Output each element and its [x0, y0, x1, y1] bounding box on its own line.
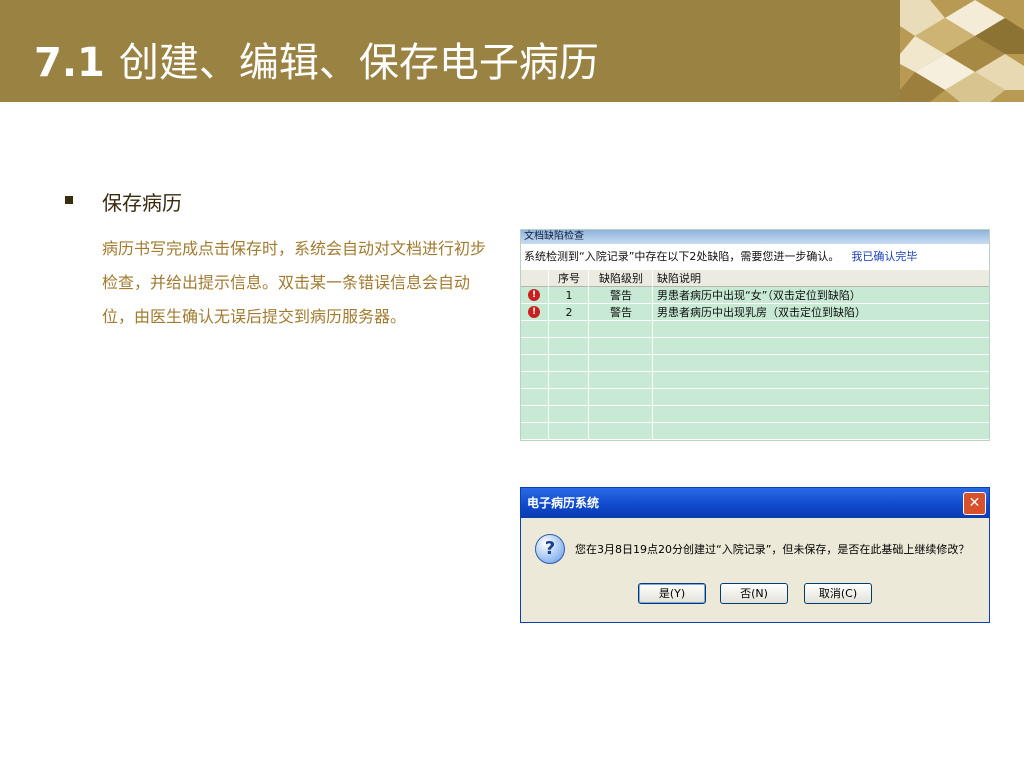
yes-button[interactable]: 是(Y) — [638, 583, 706, 604]
decorative-cubes — [900, 0, 1024, 102]
section-paragraph: 病历书写完成点击保存时，系统会自动对文档进行初步检查，并给出提示信息。双击某一条… — [102, 239, 487, 326]
empty-row — [521, 321, 989, 338]
slide-title-text: 创建、编辑、保存电子病历 — [118, 40, 599, 86]
empty-row — [521, 389, 989, 406]
grid-divider — [588, 270, 589, 440]
grid-divider — [652, 270, 653, 440]
row-index: 1 — [565, 289, 573, 302]
cancel-button[interactable]: 取消(C) — [804, 583, 872, 604]
panel-message: 系统检测到“入院记录”中存在以下2处缺陷，需要您进一步确认。 — [524, 250, 840, 263]
row-desc: 男患者病历中出现乳房（双击定位到缺陷） — [657, 306, 866, 319]
question-icon: ? — [535, 534, 565, 564]
row-index: 2 — [565, 306, 573, 319]
row-desc: 男患者病历中出现“女”（双击定位到缺陷） — [657, 289, 861, 302]
error-icon: ! — [528, 289, 540, 301]
error-icon: ! — [528, 306, 540, 318]
grid-header-desc[interactable]: 缺陷说明 — [657, 270, 987, 287]
no-button[interactable]: 否(N) — [720, 583, 788, 604]
empty-row — [521, 372, 989, 389]
empty-row — [521, 338, 989, 355]
row-level: 警告 — [610, 289, 632, 302]
defect-check-panel: 文档缺陷检查 系统检测到“入院记录”中存在以下2处缺陷，需要您进一步确认。 我已确… — [520, 229, 990, 441]
confirm-done-link[interactable]: 我已确认完毕 — [851, 250, 917, 263]
grid-header-row: 序号 缺陷级别 缺陷说明 — [521, 270, 989, 287]
dialog-message: 您在3月8日19点20分创建过“入院记录”，但未保存，是否在此基础上继续修改？ — [575, 543, 970, 556]
slide-title-number: 7.1 — [34, 40, 105, 86]
dialog-title: 电子病历系统 — [521, 488, 989, 518]
close-icon[interactable]: ✕ — [963, 492, 986, 515]
defect-grid: 序号 缺陷级别 缺陷说明 ! 1 警告 男患者病历中出现“女”（双击定位到缺陷）… — [521, 270, 989, 440]
grid-header-icon — [521, 270, 549, 287]
panel-message-bar: 系统检测到“入院记录”中存在以下2处缺陷，需要您进一步确认。 我已确认完毕 — [521, 244, 989, 270]
panel-title: 文档缺陷检查 — [521, 230, 989, 244]
grid-divider — [548, 270, 549, 440]
table-row[interactable]: ! 1 警告 男患者病历中出现“女”（双击定位到缺陷） — [521, 287, 989, 304]
grid-header-level[interactable]: 缺陷级别 — [589, 270, 653, 287]
section-title: 保存病历 — [102, 191, 182, 215]
slide-header: 7.1 创建、编辑、保存电子病历 — [0, 0, 1024, 102]
empty-row — [521, 355, 989, 372]
grid-header-index[interactable]: 序号 — [549, 270, 589, 287]
bullet-marker — [65, 196, 73, 204]
empty-row — [521, 406, 989, 423]
row-level: 警告 — [610, 306, 632, 319]
slide-title: 7.1 创建、编辑、保存电子病历 — [34, 30, 599, 88]
empty-row — [521, 423, 989, 440]
table-row[interactable]: ! 2 警告 男患者病历中出现乳房（双击定位到缺陷） — [521, 304, 989, 321]
unsaved-record-dialog: 电子病历系统 ✕ ? 您在3月8日19点20分创建过“入院记录”，但未保存，是否… — [520, 487, 990, 623]
